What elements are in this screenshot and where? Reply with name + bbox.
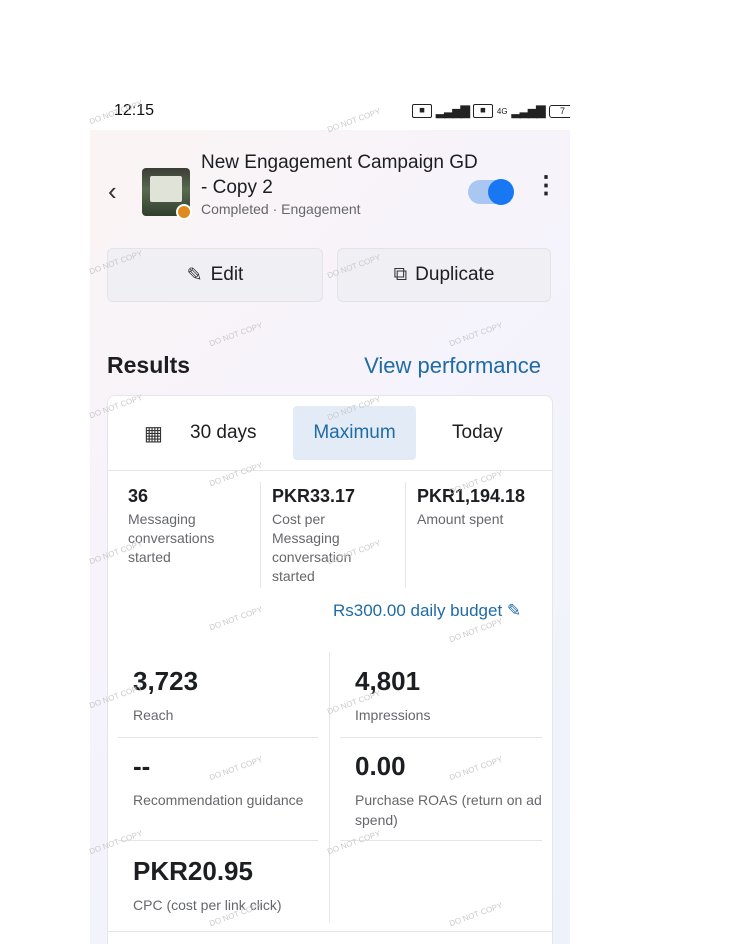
divider: [118, 737, 318, 738]
divider: [405, 482, 406, 588]
view-performance-link[interactable]: View performance: [364, 353, 541, 379]
divider: [118, 840, 318, 841]
metric-cost-per-conversation: PKR33.17 Cost per Messaging conversation…: [272, 486, 392, 586]
campaign-status: Completed · Engagement: [201, 201, 361, 217]
metric-value: 3,723: [133, 666, 199, 696]
divider: [108, 931, 552, 932]
metric-value: PKR20.95: [133, 856, 253, 886]
tab-30-days[interactable]: 30 days: [190, 396, 257, 470]
status-dot-icon: [176, 204, 192, 220]
tab-maximum[interactable]: Maximum: [293, 406, 416, 460]
metric-recommendation: -- Recommendation guidance: [133, 751, 333, 810]
metric-value: PKR1,194.18: [417, 486, 526, 506]
back-arrow-icon[interactable]: ‹: [108, 178, 117, 204]
metric-conversations: 36 Messaging conversations started: [128, 486, 248, 567]
campaign-header: ‹ New Engagement Campaign GD - Copy 2 Co…: [90, 150, 570, 230]
more-options-icon[interactable]: ⋮: [534, 174, 558, 198]
campaign-title: New Engagement Campaign GD - Copy 2: [201, 152, 478, 198]
divider: [340, 737, 542, 738]
pencil-icon: ✎: [186, 264, 203, 286]
duplicate-label: Duplicate: [415, 264, 495, 285]
calendar-icon[interactable]: ▦: [144, 421, 163, 446]
date-range-tabs: ▦ 30 days Maximum Today: [108, 396, 552, 471]
daily-budget-link[interactable]: Rs300.00 daily budget ✎: [333, 601, 521, 621]
divider: [260, 482, 261, 588]
signal-icon: ▂▃▅▇: [436, 104, 470, 118]
metric-reach: 3,723 Reach: [133, 666, 198, 725]
pencil-icon: ✎: [506, 601, 522, 620]
campaign-toggle[interactable]: [468, 179, 514, 205]
metric-label: Recommendation guidance: [133, 792, 304, 808]
edit-label: Edit: [210, 264, 244, 285]
volte-icon-2: ◼: [472, 104, 493, 118]
volte-icon: ◼: [412, 104, 432, 118]
results-heading: Results: [107, 352, 191, 378]
metric-label: Impressions: [355, 707, 431, 723]
metric-value: PKR33.17: [272, 486, 356, 506]
metric-purchase-roas: 0.00 Purchase ROAS (return on ad spend): [355, 751, 545, 830]
phone-screen: 12:15 ◼ ▂▃▅▇ ◼ 4G ▂▃▅▇ 7 ‹ New Engagemen…: [90, 90, 570, 944]
metric-label: Reach: [133, 707, 174, 723]
metric-label: Messaging conversations started: [128, 511, 215, 565]
network-type: 4G: [496, 106, 508, 116]
metric-value: 36: [128, 486, 149, 506]
battery-icon: 7: [548, 104, 570, 118]
tab-today[interactable]: Today: [452, 396, 503, 470]
duplicate-icon: ⧉: [393, 264, 408, 285]
metric-label: Purchase ROAS (return on ad spend): [355, 792, 542, 828]
signal-icon-2: ▂▃▅▇: [511, 104, 546, 118]
status-icons: ◼ ▂▃▅▇ ◼ 4G ▂▃▅▇ 7: [412, 104, 570, 118]
daily-budget-text: Rs300.00 daily budget: [333, 601, 503, 620]
metric-amount-spent: PKR1,194.18 Amount spent: [417, 486, 547, 529]
metric-label: Amount spent: [417, 511, 504, 527]
